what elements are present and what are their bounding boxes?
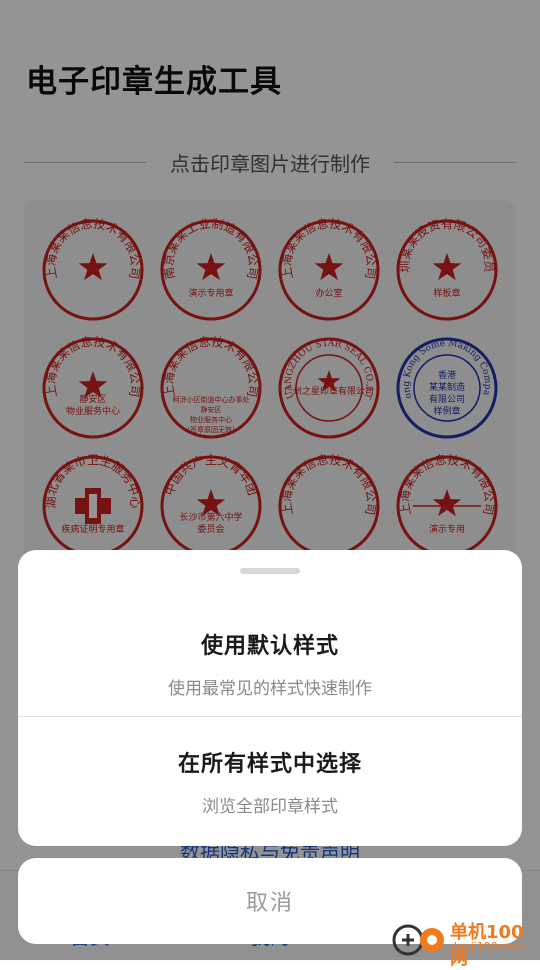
default-style-option[interactable]: 使用默认样式 使用最常见的样式快速制作 bbox=[18, 628, 522, 699]
sheet-divider bbox=[18, 716, 522, 717]
choose-style-option[interactable]: 在所有样式中选择 浏览全部印章样式 bbox=[18, 746, 522, 817]
site-watermark: 单机100网 danji100.com bbox=[392, 916, 540, 969]
choose-style-desc: 浏览全部印章样式 bbox=[202, 797, 338, 817]
default-style-desc: 使用最常见的样式快速制作 bbox=[168, 679, 372, 699]
action-sheet: 使用默认样式 使用最常见的样式快速制作 在所有样式中选择 浏览全部印章样式 bbox=[18, 550, 522, 846]
watermark-logo-icon bbox=[392, 924, 444, 956]
default-style-title: 使用默认样式 bbox=[200, 634, 339, 659]
choose-style-title: 在所有样式中选择 bbox=[177, 752, 362, 777]
watermark-domain: danji100.com bbox=[450, 940, 525, 953]
sheet-grabber[interactable] bbox=[240, 568, 300, 574]
